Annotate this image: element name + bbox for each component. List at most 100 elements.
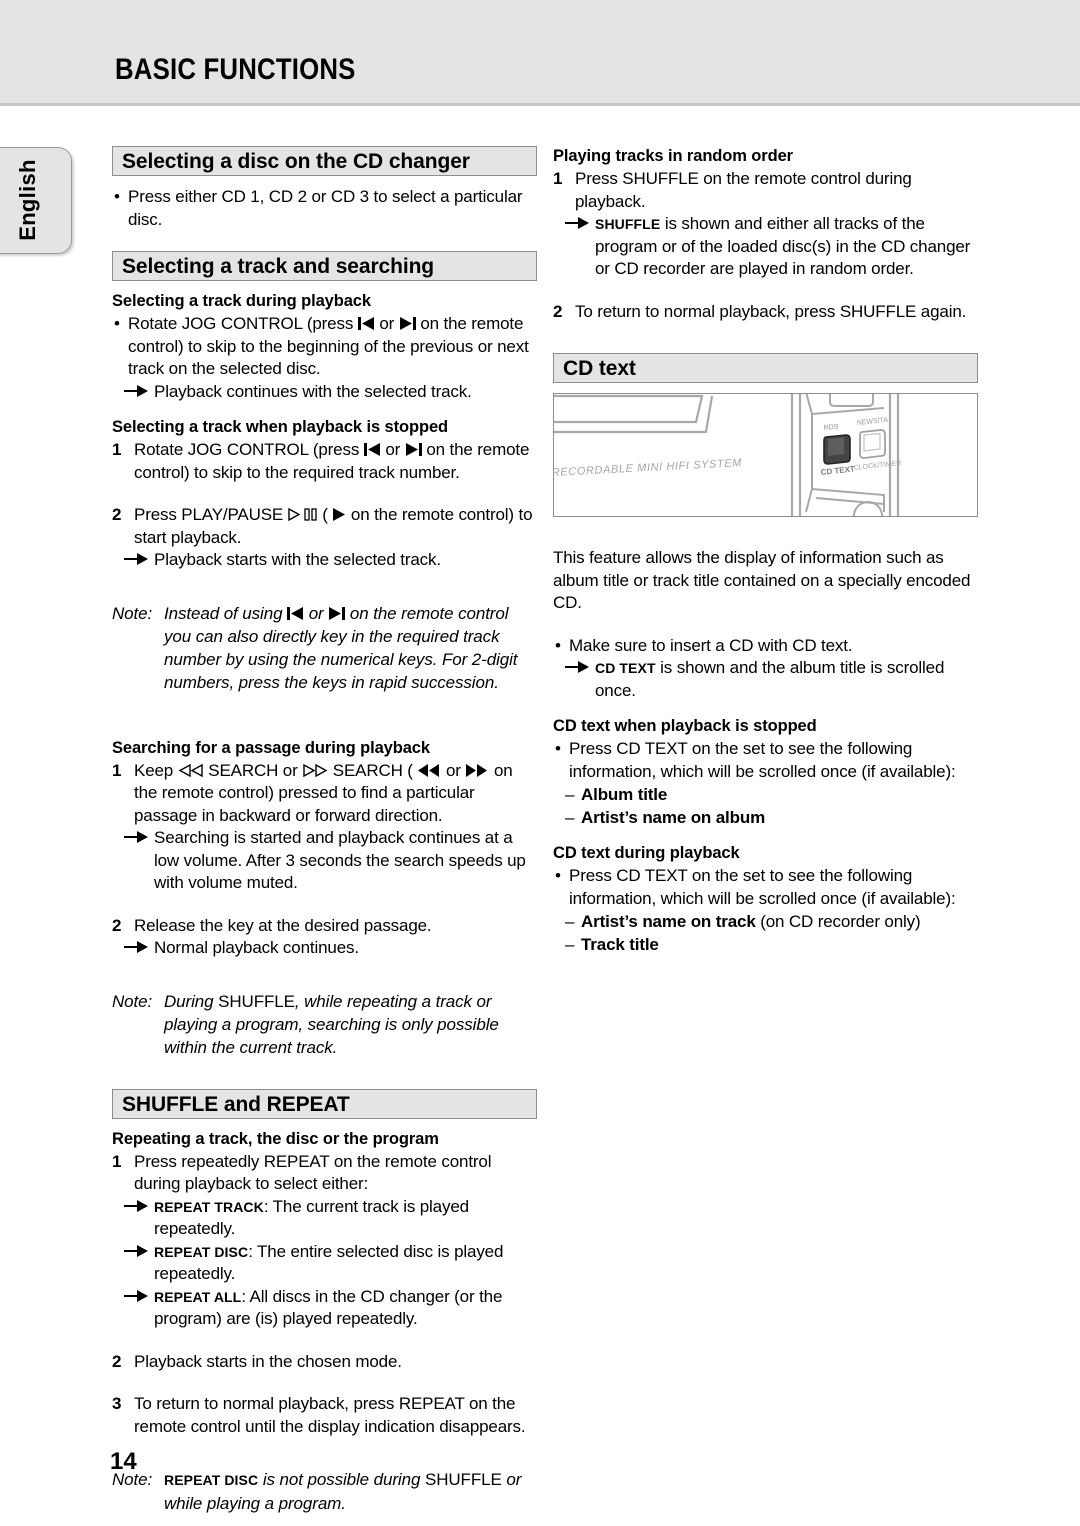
item-artist-name-track: – Artist’s name on track (on CD recorder…	[553, 910, 978, 933]
text-a: Rotate JOG CONTROL (press	[134, 440, 360, 459]
step-playback-starts-mode: 2 Playback starts in the chosen mode.	[112, 1351, 537, 1374]
text-a: Press PLAY/PAUSE	[134, 505, 284, 524]
note-label: Note:	[112, 991, 153, 1011]
dash-icon: –	[565, 785, 575, 804]
text-or: or	[308, 603, 324, 623]
result-playback-continues: Playback continues with the selected tra…	[112, 381, 537, 404]
step-rotate-jog-when-stopped: 1 Rotate JOG CONTROL (press or on the re…	[112, 439, 537, 484]
text-b: SEARCH or	[208, 760, 298, 780]
text-a: Rotate JOG CONTROL (press	[128, 314, 354, 333]
button-top-label-rds: RDS	[823, 423, 839, 432]
note-numerical-keys: Note: Instead of using or on the remote …	[112, 602, 537, 694]
step-release-key: 2 Release the key at the desired passage…	[112, 915, 537, 938]
bullet-dot-icon: •	[555, 635, 561, 655]
item-label: Track title	[581, 935, 659, 954]
step-press-shuffle: 1 Press SHUFFLE on the remote control du…	[553, 168, 978, 213]
bullet-dot-icon: •	[114, 187, 120, 206]
result-arrow-icon	[124, 381, 150, 404]
subheading-track-during-playback: Selecting a track during playback	[112, 292, 371, 310]
result-arrow-icon	[124, 549, 150, 572]
indicator-repeat-all: REPEAT ALL	[154, 1288, 242, 1305]
section-heading-cd-text: CD text	[553, 353, 978, 383]
result-arrow-icon	[565, 213, 591, 236]
indicator-cd-text: CD TEXT	[595, 660, 656, 676]
left-column: Selecting a disc on the CD changer • Pre…	[112, 146, 537, 1515]
text-b: , while repeating a track or playing a p…	[164, 991, 499, 1057]
step-shuffle-again: 2 To return to normal playback, press SH…	[553, 301, 978, 324]
text-c: SEARCH (	[332, 760, 413, 780]
note-repeat-disc-limitation: Note: REPEAT DISC is not possible during…	[112, 1468, 537, 1515]
indicator-repeat-disc: REPEAT DISC	[154, 1243, 249, 1260]
bullet-dot-icon: •	[114, 314, 120, 333]
dash-icon: –	[565, 808, 575, 827]
button2-bottom-label-clock-timer: CLOCK/TIMER	[853, 460, 901, 472]
text-a: During	[164, 991, 214, 1011]
bullet-select-disc: • Press either CD 1, CD 2 or CD 3 to sel…	[112, 186, 537, 231]
bullet-dot-icon: •	[555, 866, 561, 885]
section-heading-selecting-track: Selecting a track and searching	[112, 251, 537, 281]
bullet-press-cd-text-stopped: • Press CD TEXT on the set to see the fo…	[553, 738, 978, 783]
bullet-press-cd-text-playback: • Press CD TEXT on the set to see the fo…	[553, 865, 978, 910]
step-number: 3	[112, 1394, 122, 1413]
previous-track-icon	[363, 443, 381, 456]
step-number: 2	[112, 915, 122, 935]
cd-text-intro: This feature allows the display of infor…	[553, 548, 971, 612]
section-heading-selecting-disc: Selecting a disc on the CD changer	[112, 146, 537, 176]
subheading-cd-text-during-playback: CD text during playback	[553, 844, 740, 862]
section-heading-shuffle-repeat: SHUFFLE and REPEAT	[112, 1088, 537, 1119]
indicator-shuffle: SHUFFLE	[424, 1470, 502, 1489]
subheading-track-when-stopped: Selecting a track when playback is stopp…	[112, 418, 449, 436]
step-keep-search-pressed: 1 Keep SEARCH or SEARCH ( or on the remo…	[112, 760, 537, 828]
result-arrow-icon	[565, 657, 591, 680]
note-label: Note:	[112, 603, 153, 623]
step-number: 1	[112, 1151, 122, 1171]
bullet-text: Press CD TEXT on the set to see the foll…	[569, 866, 956, 908]
subheading-repeating-track: Repeating a track, the disc or the progr…	[112, 1129, 439, 1148]
item-label: Album title	[581, 785, 668, 804]
dash-icon: –	[565, 912, 575, 931]
result-text: Normal playback continues.	[154, 938, 359, 957]
result-arrow-icon	[124, 1286, 150, 1309]
step-number: 1	[112, 760, 122, 780]
text-or: or	[385, 440, 401, 459]
step-number: 2	[553, 301, 563, 321]
result-normal-playback: Normal playback continues.	[112, 937, 537, 960]
bullet-dot-icon: •	[555, 739, 561, 758]
result-arrow-icon	[124, 937, 150, 960]
indicator-repeat-track: REPEAT TRACK	[154, 1198, 264, 1215]
text-or: or	[445, 760, 461, 780]
button2-top-label-news-ta: NEWS/TA	[856, 417, 888, 427]
right-column: Playing tracks in random order 1 Press S…	[553, 146, 978, 956]
text-a: is not possible during	[262, 1470, 421, 1489]
step-text: To return to normal playback, press REPE…	[134, 1394, 526, 1436]
page-number: 14	[110, 1448, 137, 1475]
result-searching-started: Searching is started and playback contin…	[112, 827, 537, 895]
step-press-play-pause: 2 Press PLAY/PAUSE ( on the remote contr…	[112, 504, 537, 549]
step-number: 2	[112, 505, 122, 524]
step-number: 1	[112, 440, 122, 459]
previous-track-icon	[287, 606, 304, 620]
next-track-icon	[328, 606, 346, 620]
bullet-text: Make sure to insert a CD with CD text.	[569, 635, 853, 655]
hifi-system-illustration: RDS CD TEXT NEWS/TA CLOCK/TIMER RECORDAB…	[553, 393, 978, 517]
language-tab-label: English	[15, 159, 40, 241]
result-arrow-icon	[124, 1196, 150, 1219]
item-qualifier: (on CD recorder only)	[760, 912, 921, 931]
next-track-icon	[405, 443, 422, 456]
step-number: 1	[553, 169, 563, 188]
subheading-random-order: Playing tracks in random order	[553, 147, 793, 165]
subheading-cd-text-stopped: CD text when playback is stopped	[553, 717, 817, 735]
rewind-icon	[417, 763, 441, 777]
note-during-shuffle: Note: During SHUFFLE, while repeating a …	[112, 990, 537, 1059]
